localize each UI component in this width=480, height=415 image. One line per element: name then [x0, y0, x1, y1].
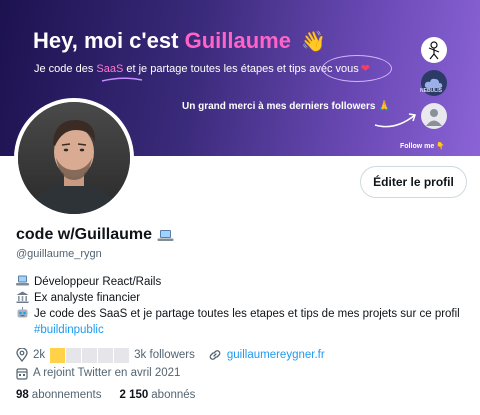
- bio-line-finance: Ex analyste financier: [16, 290, 466, 306]
- location-row: 2k 3k followers guillaumereygner.fr: [16, 346, 325, 364]
- joined-date: A rejoint Twitter en avril 2021: [33, 367, 181, 379]
- profile-avatar[interactable]: [14, 98, 134, 218]
- progress-square-filled: [50, 347, 66, 363]
- handle: @guillaume_rygn: [16, 248, 102, 260]
- profile-photo: [18, 102, 130, 214]
- progress-square: [114, 347, 130, 363]
- display-name: code w/Guillaume: [16, 226, 174, 244]
- following-label: abonnements: [31, 389, 102, 401]
- robot-icon: [16, 307, 29, 319]
- followers-label: abonnés: [151, 389, 196, 401]
- wave-icon: 👋: [301, 31, 326, 53]
- banner-headline: Hey, moi c'est Guillaume 👋: [33, 28, 326, 54]
- display-name-text: code w/Guillaume: [16, 226, 153, 243]
- saas-underline-decoration: [101, 77, 143, 82]
- banner-subtitle: Je code des SaaS et je partage toutes le…: [34, 62, 370, 75]
- arrow-icon: [374, 113, 416, 128]
- followers-progress: [50, 347, 130, 363]
- follow-me-label: Follow me 👇: [400, 143, 445, 150]
- sub-part1: Je code des: [34, 63, 94, 75]
- progress-square: [98, 347, 114, 363]
- bio-line-dev: Développeur React/Rails: [16, 274, 466, 290]
- nebulis-label: NEBULIS: [420, 88, 442, 94]
- following-link[interactable]: 98 abonnements: [16, 389, 102, 401]
- location-prefix: 2k: [33, 349, 46, 361]
- headline-name: Guillaume: [184, 28, 291, 53]
- follower-avatar-default[interactable]: [421, 103, 447, 129]
- location-icon: [16, 348, 28, 362]
- website-link[interactable]: guillaumereygner.fr: [227, 349, 325, 361]
- progress-square: [66, 347, 82, 363]
- bio-line3-body: Je code des SaaS et je partage toutes le…: [34, 308, 460, 320]
- bio-line-saas: Je code des SaaS et je partage toutes le…: [16, 306, 466, 338]
- default-user-icon: [426, 109, 442, 126]
- headline-prefix: Hey, moi c'est: [33, 28, 179, 53]
- hashtag-link[interactable]: #buildinpublic: [34, 324, 104, 336]
- progress-square: [82, 347, 98, 363]
- link-icon: [209, 350, 221, 360]
- bio-line1-text: Développeur React/Rails: [34, 276, 162, 288]
- followers-count: 2 150: [119, 389, 149, 401]
- bio-line3-text: Je code des SaaS et je partage toutes le…: [34, 306, 466, 338]
- calendar-icon: [16, 367, 28, 380]
- profile-meta: 2k 3k followers guillaumereygner.fr A re…: [16, 346, 325, 382]
- edit-profile-button[interactable]: Éditer le profil: [360, 166, 467, 198]
- bio: Développeur React/Rails Ex analyste fina…: [16, 274, 466, 338]
- sub-part2: et je partage toutes les étapes et tips …: [126, 63, 333, 75]
- sub-saas: SaaS: [96, 63, 124, 75]
- following-count: 98: [16, 389, 29, 401]
- laptop-icon: [16, 275, 29, 286]
- follow-counts: 98 abonnements 2 150 abonnés: [16, 389, 195, 401]
- bio-line2-text: Ex analyste financier: [34, 292, 141, 304]
- vous-circle-decoration: [322, 55, 392, 82]
- location-suffix: 3k followers: [134, 349, 195, 361]
- laptop-icon: [157, 229, 174, 241]
- stickman-icon: [428, 41, 440, 60]
- bank-icon: [16, 291, 29, 303]
- banner-thanks: Un grand merci à mes derniers followers …: [182, 101, 391, 112]
- followers-link[interactable]: 2 150 abonnés: [120, 389, 196, 401]
- follower-avatar-stickman[interactable]: [421, 37, 447, 63]
- joined-row: A rejoint Twitter en avril 2021: [16, 364, 325, 382]
